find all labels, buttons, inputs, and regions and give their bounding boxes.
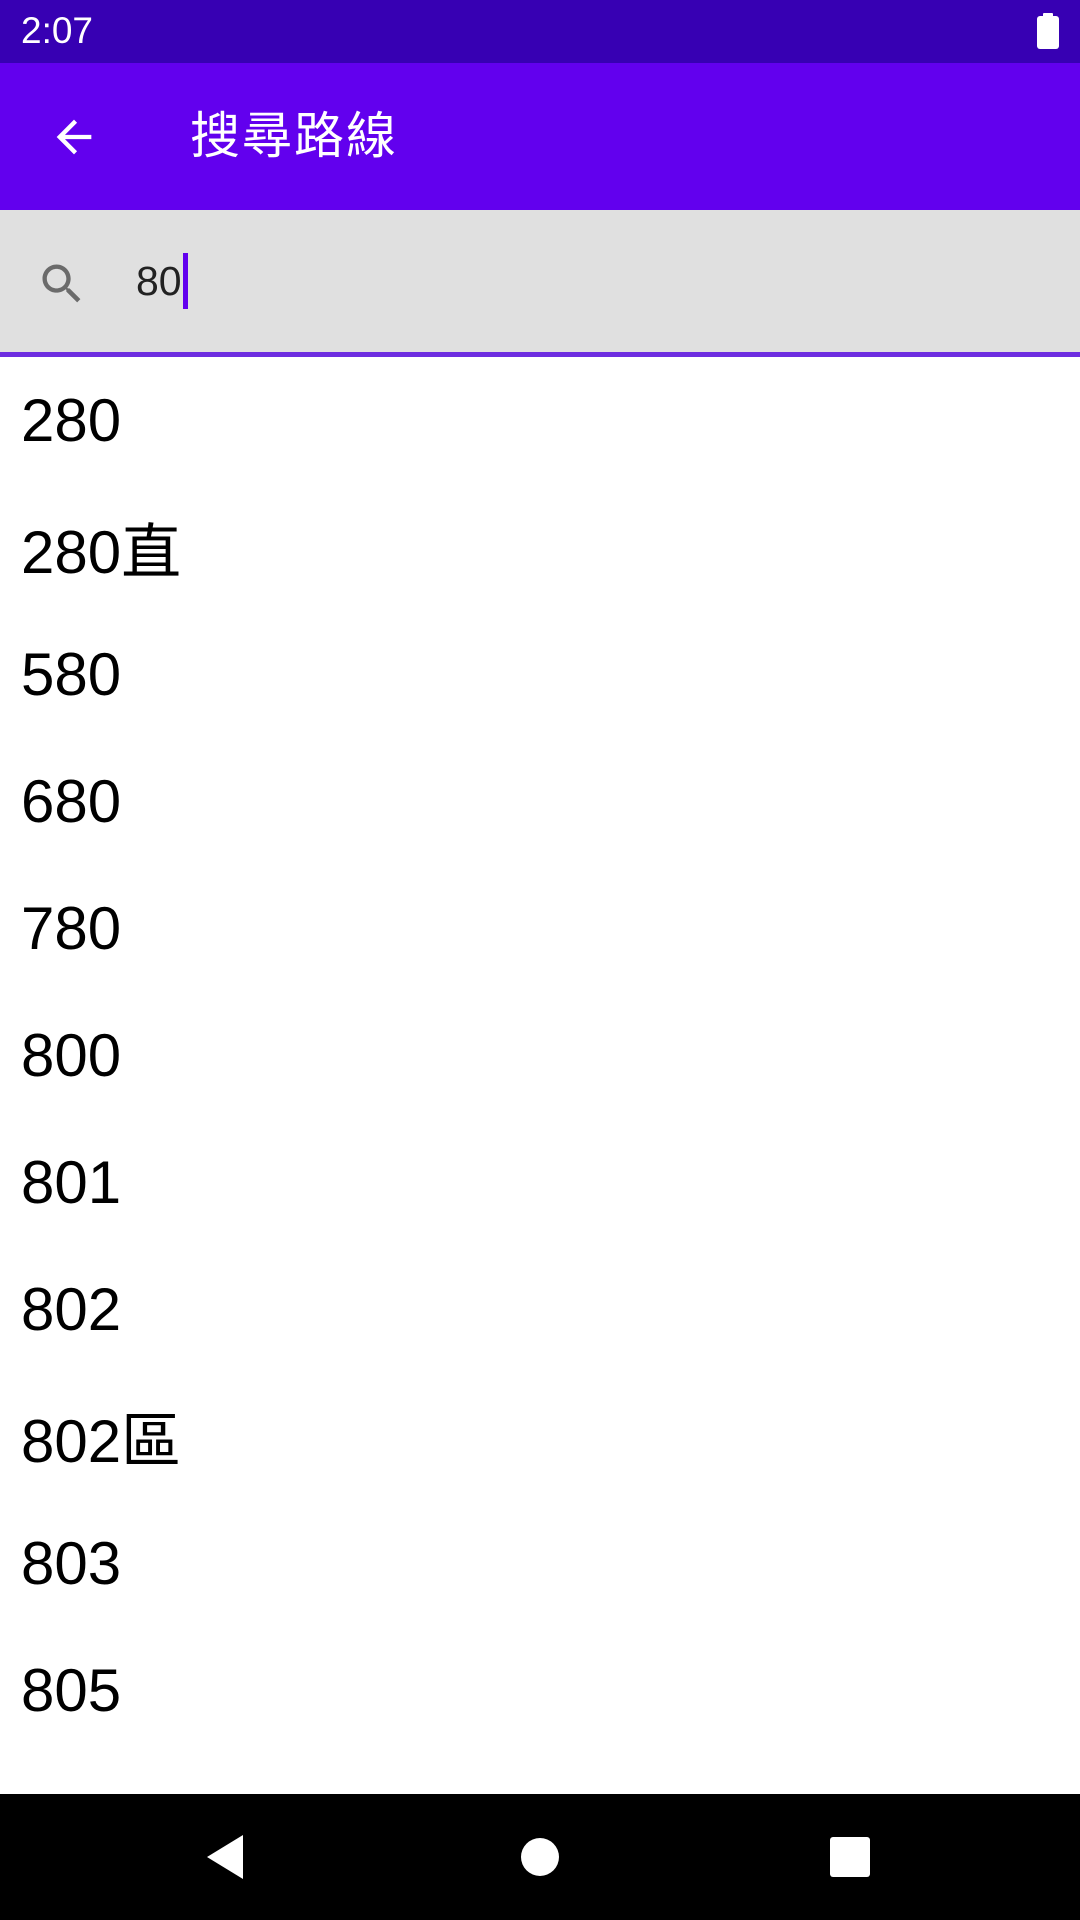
route-result-item[interactable]: 802: [0, 1246, 1080, 1373]
text-cursor: [182, 253, 188, 309]
nav-recents-button[interactable]: [810, 1817, 890, 1897]
nav-home-button[interactable]: [500, 1817, 580, 1897]
route-result-item[interactable]: 802區: [0, 1373, 1080, 1500]
status-time: 2:07: [21, 10, 94, 51]
route-result-item[interactable]: 803: [0, 1500, 1080, 1627]
route-result-item[interactable]: 280: [0, 357, 1080, 484]
search-icon: [42, 264, 81, 303]
nav-recents-icon: [830, 1837, 870, 1877]
route-result-item[interactable]: 805: [0, 1627, 1080, 1754]
back-button[interactable]: [26, 95, 122, 179]
arrow-back-icon: [56, 119, 92, 155]
route-result-item[interactable]: 801: [0, 1119, 1080, 1246]
nav-back-button[interactable]: [185, 1817, 265, 1897]
page-title: 搜尋路線: [190, 107, 398, 165]
route-result-item[interactable]: 580: [0, 611, 1080, 738]
status-bar: 2:07: [0, 0, 1080, 63]
nav-back-icon: [207, 1835, 243, 1879]
system-nav-bar: [0, 1794, 1080, 1920]
route-result-item[interactable]: 800: [0, 992, 1080, 1119]
nav-home-icon: [521, 1838, 559, 1876]
search-input-value: 80: [136, 257, 182, 304]
battery-full-icon: [1037, 13, 1059, 49]
route-result-list: 280 280直 580 680 780 800 801 802 802區 80…: [0, 357, 1080, 1754]
search-input[interactable]: 80: [136, 248, 188, 314]
app-bar: 搜尋路線: [0, 63, 1080, 210]
route-result-item[interactable]: 280直: [0, 484, 1080, 611]
route-result-item[interactable]: 680: [0, 738, 1080, 865]
route-result-item[interactable]: 780: [0, 865, 1080, 992]
